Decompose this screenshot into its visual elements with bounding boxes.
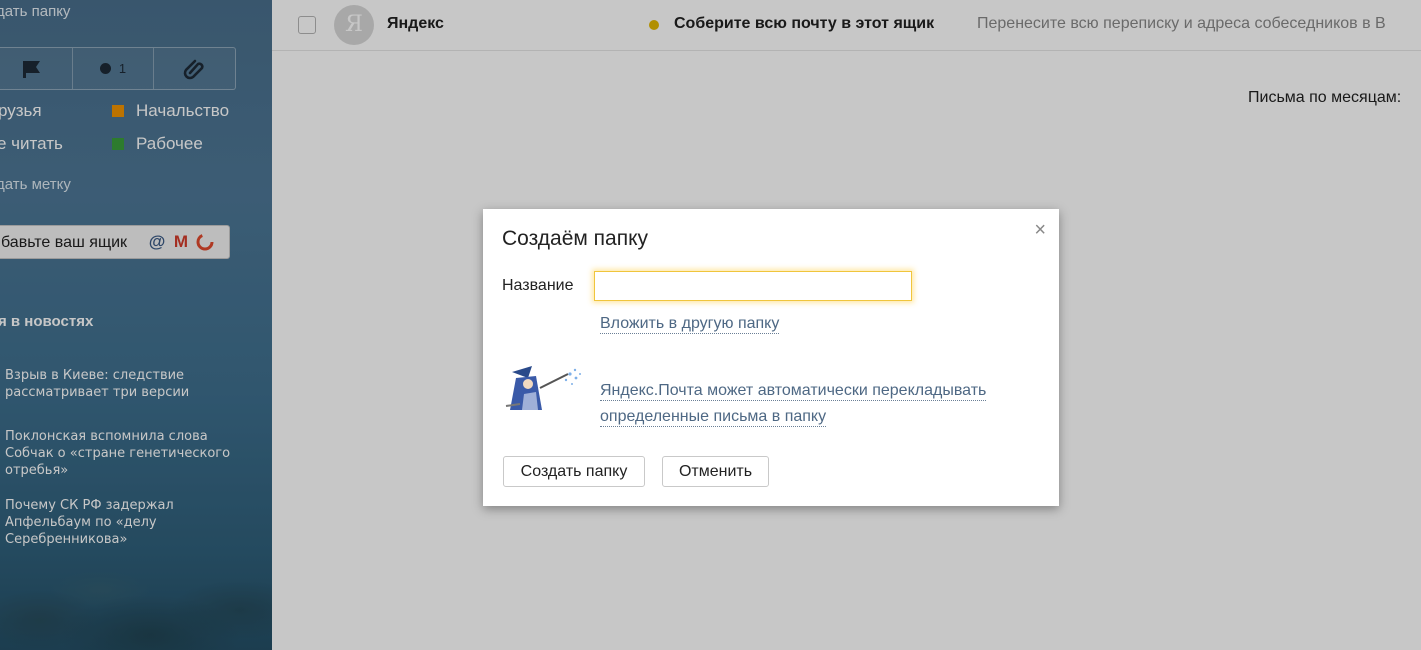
cancel-button[interactable]: Отменить — [662, 456, 769, 487]
folder-name-label: Название — [502, 277, 574, 294]
nest-in-folder-link[interactable]: Вложить в другую папку — [600, 314, 780, 334]
close-icon[interactable]: × — [1034, 219, 1046, 242]
dialog-title: Создаём папку — [502, 227, 649, 250]
create-folder-button[interactable]: Создать папку — [503, 456, 645, 487]
auto-sort-link-line1[interactable]: Яндекс.Почта может автоматически перекла… — [600, 381, 987, 401]
wizard-icon — [505, 366, 581, 410]
create-folder-dialog: × Создаём папку Название Вложить в другу… — [483, 209, 1059, 506]
folder-name-input[interactable] — [594, 271, 912, 301]
auto-sort-link-line2[interactable]: определенные письма в папку — [600, 407, 827, 427]
